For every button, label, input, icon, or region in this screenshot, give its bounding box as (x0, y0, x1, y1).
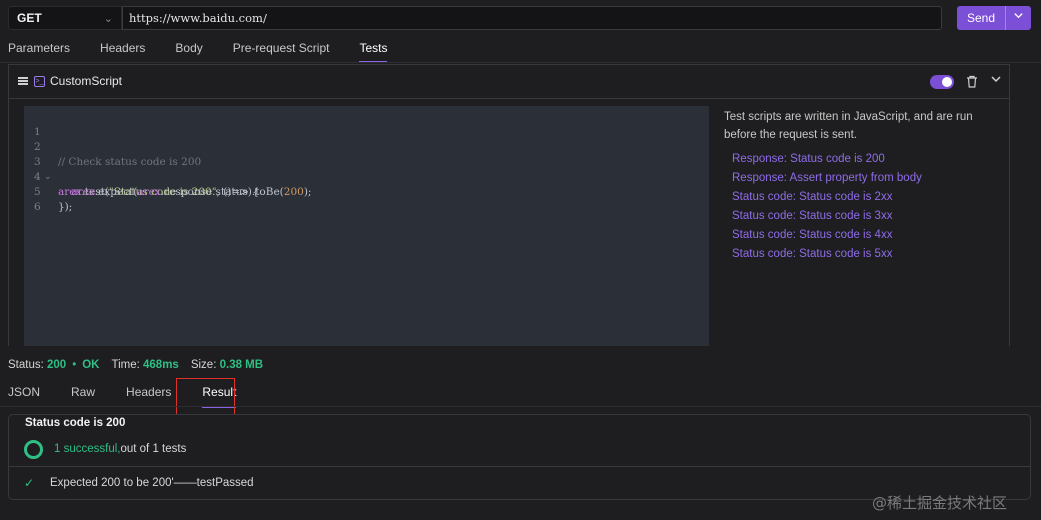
success-ring-icon (24, 440, 43, 459)
snippet-link[interactable]: Response: Assert property from body (732, 169, 922, 188)
chevron-down-icon: ⌄ (103, 12, 113, 25)
snippets-description: Test scripts are written in JavaScript, … (724, 111, 973, 141)
code-editor[interactable]: 1 2 // Check status code is 200 3 ⌄ arex… (24, 106, 709, 346)
script-enabled-toggle[interactable] (930, 75, 954, 89)
terminal-icon: >_ (34, 75, 45, 87)
tab-raw[interactable]: Raw (71, 385, 95, 408)
test-title: Status code is 200 (25, 417, 126, 429)
tab-parameters[interactable]: Parameters (8, 41, 70, 63)
status-text: OK (82, 359, 100, 371)
snippet-link[interactable]: Response: Status code is 200 (732, 150, 922, 169)
tab-pre-request-script[interactable]: Pre-request Script (233, 41, 330, 63)
tab-tests[interactable]: Tests (359, 41, 388, 63)
code-line: 5 }); (34, 186, 73, 213)
result-divider (9, 466, 1030, 467)
code-line: 2 // Check status code is 200 (34, 141, 202, 168)
size-label: Size: (190, 359, 217, 371)
method-select[interactable]: GET ⌄ (8, 6, 122, 30)
test-summary: 1 successful,out of 1 tests (54, 443, 186, 455)
url-input[interactable]: https://www.baidu.com/ (122, 6, 942, 30)
delete-icon[interactable] (966, 75, 978, 88)
status-dot-icon: • (72, 359, 77, 371)
snippet-list: Response: Status code is 200 Response: A… (732, 150, 922, 264)
code-line: 6 (34, 201, 41, 213)
send-label: Send (966, 11, 996, 25)
drag-handle-icon[interactable] (18, 77, 28, 85)
script-card-header: >_ CustomScript (8, 64, 1010, 99)
request-tabs: Parameters Headers Body Pre-request Scri… (8, 41, 388, 63)
send-button[interactable]: Send (957, 6, 1031, 30)
code-line: 4 arex.expect(arex.response.status).toBe… (34, 171, 312, 198)
code-line: 1 (34, 126, 41, 138)
send-options-chevron-icon[interactable] (1006, 6, 1031, 30)
time-value: 468ms (143, 359, 179, 371)
toggle-knob (942, 77, 952, 87)
status-code: 200 (47, 359, 67, 371)
time-label: Time: (111, 359, 140, 371)
tab-headers[interactable]: Headers (100, 41, 145, 63)
snippet-link[interactable]: Status code: Status code is 3xx (732, 207, 922, 226)
code-line: 3 ⌄ arex.test("Status code is 200", ()=>… (34, 156, 260, 198)
check-icon: ✓ (24, 476, 35, 490)
method-value: GET (17, 11, 42, 25)
snippet-link[interactable]: Status code: Status code is 2xx (732, 188, 922, 207)
highlight-box (176, 378, 235, 415)
successful-count: 1 successful, (54, 443, 121, 455)
assertion-text: Expected 200 to be 200'——testPassed (50, 477, 254, 489)
snippet-link[interactable]: Status code: Status code is 5xx (732, 245, 922, 264)
response-status-bar: Status: 200 • OK Time: 468ms Size: 0.38 … (8, 359, 263, 371)
tab-response-headers[interactable]: Headers (126, 385, 171, 408)
tabs-divider (0, 62, 1041, 63)
snippet-link[interactable]: Status code: Status code is 4xx (732, 226, 922, 245)
size-value: 0.38 MB (219, 359, 264, 371)
response-tabs-divider (0, 406, 1041, 407)
tab-json[interactable]: JSON (8, 385, 40, 408)
watermark: @稀土掘金技术社区 (872, 494, 1008, 512)
collapse-chevron-icon[interactable] (990, 73, 1002, 85)
status-label: Status: (8, 359, 44, 371)
tab-body[interactable]: Body (175, 41, 202, 63)
script-title: CustomScript (50, 74, 123, 88)
summary-rest: out of 1 tests (120, 443, 187, 455)
